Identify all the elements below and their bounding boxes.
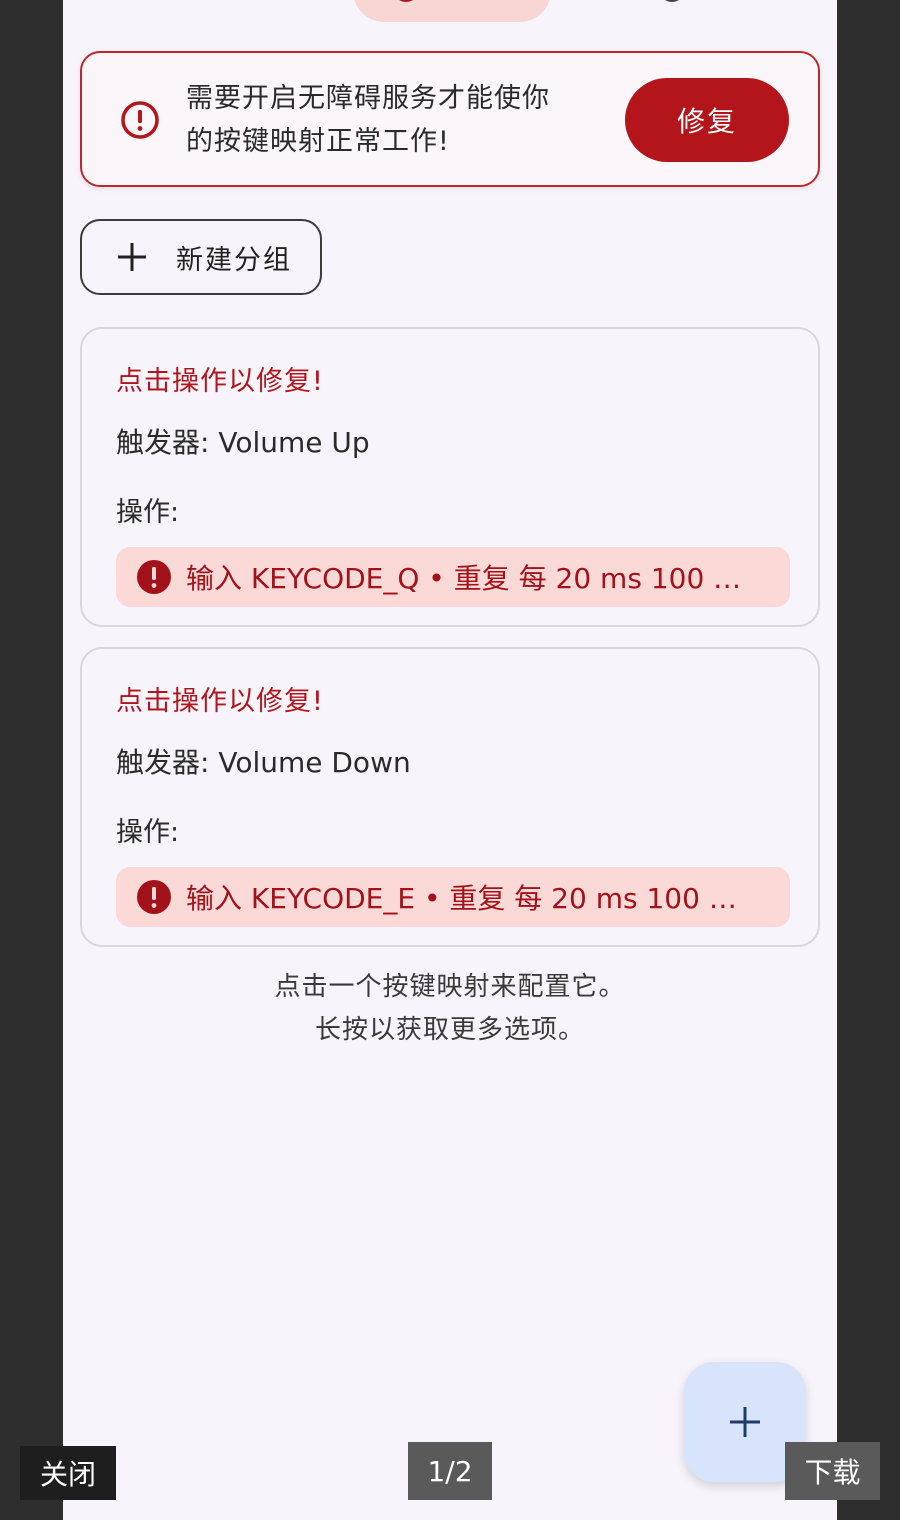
page-indicator: 1/2 — [408, 1442, 492, 1500]
actions-label: 操作: — [116, 817, 180, 848]
new-group-label: 新建分组 — [176, 244, 292, 276]
fix-hint-text: 点击操作以修复! — [116, 366, 324, 397]
top-nav-indicator[interactable] — [353, 0, 551, 22]
alert-circle-outline-icon — [121, 101, 159, 139]
app-screen: 需要开启无障碍服务才能使你 的按键映射正常工作! 修复 新建分组 点击操作以修复… — [63, 0, 837, 1520]
plus-icon — [730, 1407, 760, 1437]
banner-message: 需要开启无障碍服务才能使你 的按键映射正常工作! — [186, 77, 606, 163]
accessibility-warning-banner: 需要开启无障碍服务才能使你 的按键映射正常工作! 修复 — [80, 51, 820, 187]
alert-circle-filled-icon — [137, 880, 171, 914]
top-nav-icon[interactable] — [659, 0, 685, 2]
action-chip[interactable]: 输入 KEYCODE_Q • 重复 每 20 ms 100 … — [116, 547, 790, 607]
action-chip[interactable]: 输入 KEYCODE_E • 重复 每 20 ms 100 … — [116, 867, 790, 927]
actions-label: 操作: — [116, 497, 180, 528]
action-text: 输入 KEYCODE_E • 重复 每 20 ms 100 … — [186, 882, 737, 915]
plus-icon — [118, 243, 146, 271]
key-mapping-card[interactable]: 点击操作以修复! 触发器: Volume Down 操作: 输入 KEYCODE… — [80, 647, 820, 947]
close-button[interactable]: 关闭 — [20, 1446, 116, 1500]
trigger-text: 触发器: Volume Down — [116, 746, 411, 779]
trigger-text: 触发器: Volume Up — [116, 426, 370, 459]
usage-hint-line-2: 长按以获取更多选项。 — [314, 1015, 585, 1045]
fix-button[interactable]: 修复 — [625, 78, 789, 162]
key-mapping-card[interactable]: 点击操作以修复! 触发器: Volume Up 操作: 输入 KEYCODE_Q… — [80, 327, 820, 627]
banner-message-line-2: 的按键映射正常工作! — [186, 126, 450, 157]
usage-hint-line-1: 点击一个按键映射来配置它。 — [274, 972, 626, 1002]
action-text: 输入 KEYCODE_Q • 重复 每 20 ms 100 … — [186, 562, 742, 595]
banner-message-line-1: 需要开启无障碍服务才能使你 — [186, 83, 550, 114]
alert-circle-filled-icon — [137, 560, 171, 594]
new-group-button[interactable]: 新建分组 — [80, 219, 322, 295]
usage-hint: 点击一个按键映射来配置它。 长按以获取更多选项。 — [63, 966, 837, 1052]
download-button[interactable]: 下载 — [785, 1442, 880, 1500]
fix-hint-text: 点击操作以修复! — [116, 686, 324, 717]
